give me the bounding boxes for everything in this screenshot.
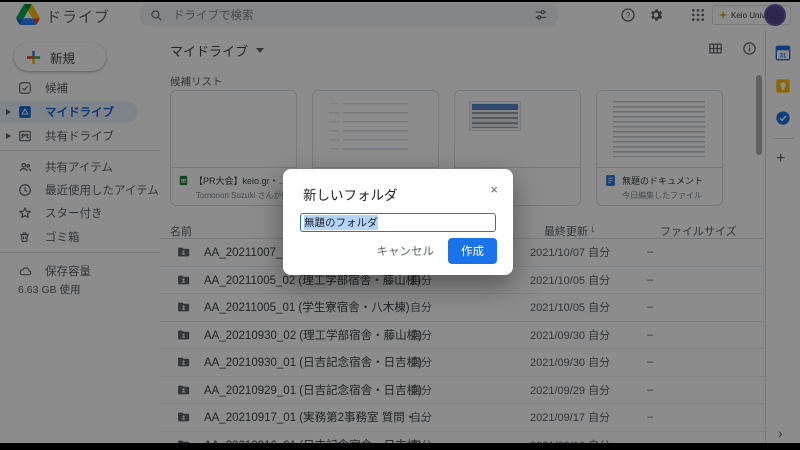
dialog-title: 新しいフォルダ bbox=[303, 184, 398, 204]
create-button[interactable]: 作成 bbox=[448, 238, 497, 264]
selected-input-text: 無題のフォルダ bbox=[304, 215, 378, 230]
google-drive-window: ドライブ ドライブで検索 ? bbox=[0, 0, 800, 450]
close-icon[interactable]: × bbox=[490, 182, 498, 197]
window-top-edge bbox=[0, 0, 800, 2]
folder-name-input[interactable]: 無題のフォルダ bbox=[300, 213, 496, 232]
window-bottom-edge bbox=[0, 443, 800, 450]
cancel-button[interactable]: キャンセル bbox=[377, 243, 435, 259]
new-folder-dialog: 新しいフォルダ × 無題のフォルダ キャンセル 作成 bbox=[283, 169, 513, 275]
dialog-actions: キャンセル 作成 bbox=[377, 238, 498, 264]
